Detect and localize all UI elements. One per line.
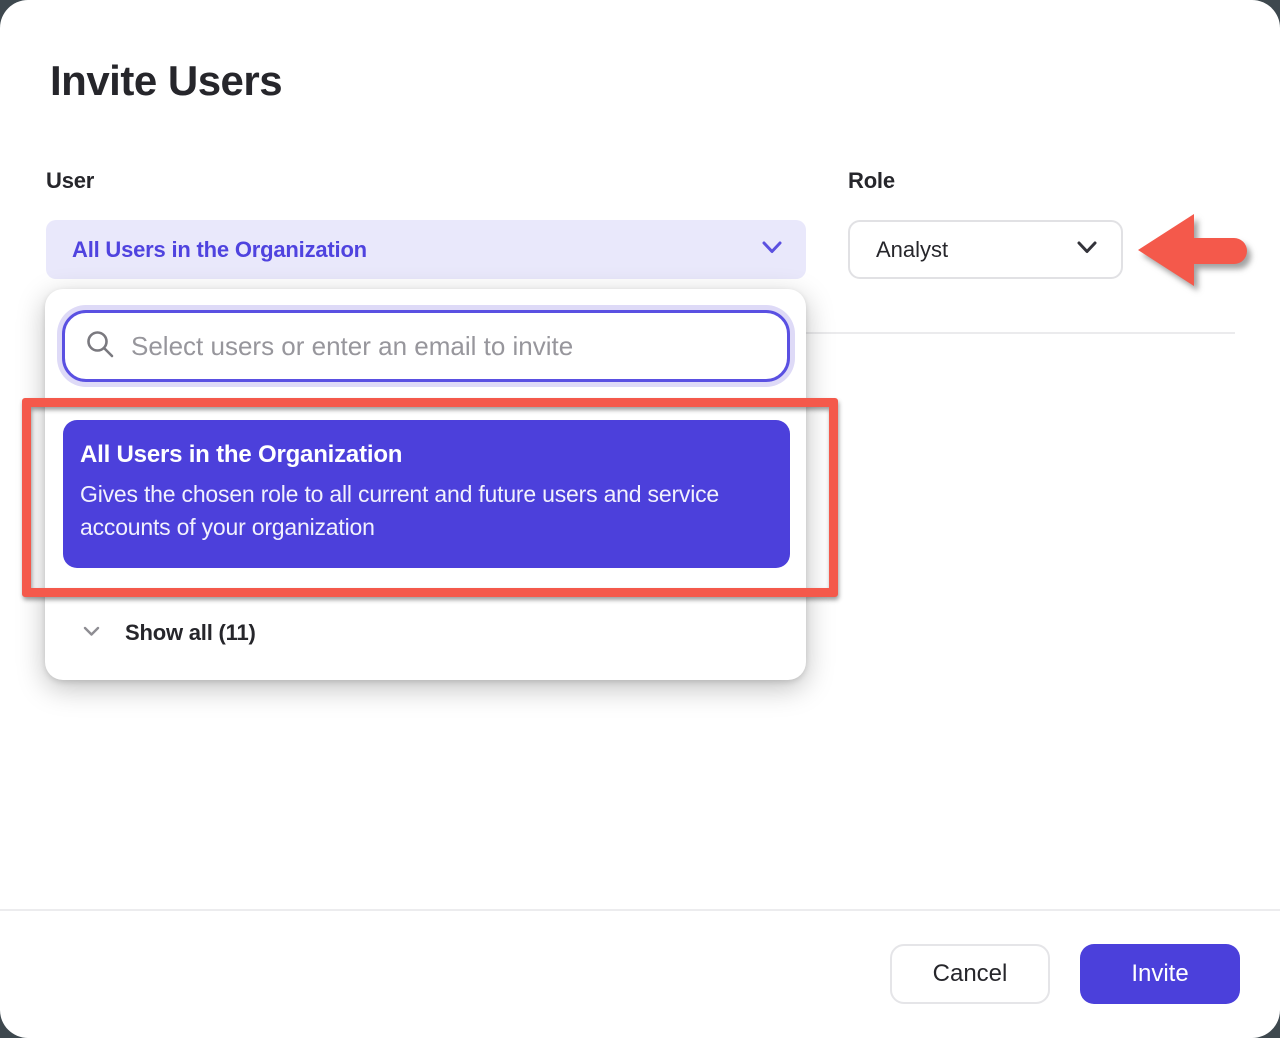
show-all-label: Show all (11) bbox=[125, 620, 256, 646]
role-select[interactable]: Analyst bbox=[848, 220, 1123, 279]
user-search-input[interactable] bbox=[131, 331, 769, 362]
user-dropdown-panel: All Users in the Organization Gives the … bbox=[45, 289, 806, 680]
chevron-down-icon bbox=[762, 241, 782, 259]
cancel-button[interactable]: Cancel bbox=[890, 944, 1050, 1004]
form-divider bbox=[806, 332, 1235, 334]
role-select-value: Analyst bbox=[876, 237, 1077, 263]
option-title: All Users in the Organization bbox=[80, 441, 766, 469]
invite-button[interactable]: Invite bbox=[1080, 944, 1240, 1004]
show-all-toggle[interactable]: Show all (11) bbox=[45, 607, 806, 659]
chevron-down-icon bbox=[1077, 241, 1097, 259]
option-description: Gives the chosen role to all current and… bbox=[80, 478, 760, 544]
option-all-users[interactable]: All Users in the Organization Gives the … bbox=[63, 420, 790, 568]
page-title: Invite Users bbox=[50, 57, 282, 105]
invite-users-dialog: Invite Users User Role All Users in the … bbox=[0, 0, 1280, 1038]
user-select[interactable]: All Users in the Organization bbox=[46, 220, 806, 279]
role-field-label: Role bbox=[848, 168, 895, 194]
footer-divider bbox=[0, 909, 1280, 911]
user-select-value: All Users in the Organization bbox=[72, 237, 762, 263]
user-search-box[interactable] bbox=[62, 310, 790, 382]
chevron-down-icon bbox=[83, 624, 100, 642]
left-arrow-icon bbox=[1136, 210, 1252, 295]
user-field-label: User bbox=[46, 168, 94, 194]
search-icon bbox=[85, 329, 115, 364]
